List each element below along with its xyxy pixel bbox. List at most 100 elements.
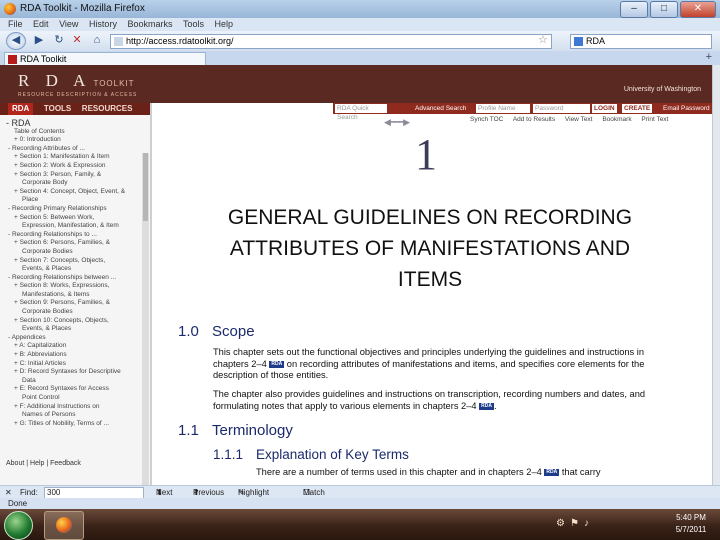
menu-edit[interactable]: Edit bbox=[33, 18, 49, 31]
menu-tools[interactable]: Tools bbox=[183, 18, 204, 31]
toc-item[interactable]: - Recording Primary Relationships bbox=[6, 205, 150, 214]
forward-button[interactable]: ▶ bbox=[32, 33, 46, 48]
start-button[interactable] bbox=[4, 511, 33, 540]
para3-text-b: that carry bbox=[561, 467, 601, 477]
toc-item[interactable]: Manifestations, & Items bbox=[6, 291, 150, 300]
logo-subtitle: RESOURCE DESCRIPTION & ACCESS bbox=[18, 92, 138, 98]
tab-tools[interactable]: TOOLS bbox=[44, 103, 71, 115]
sidebar-scroll-thumb[interactable] bbox=[143, 153, 148, 221]
toc-item[interactable]: Corporate Body bbox=[6, 179, 150, 188]
toc-item[interactable]: Corporate Bodies bbox=[6, 308, 150, 317]
url-bar[interactable]: http://access.rdatoolkit.org/ bbox=[110, 34, 552, 49]
toc-item[interactable]: + Section 2: Work & Expression bbox=[6, 162, 150, 171]
toc-item[interactable]: Place bbox=[6, 196, 150, 205]
toc-item[interactable]: Data bbox=[6, 377, 150, 386]
close-window-button[interactable]: ✕ bbox=[680, 1, 716, 18]
feedback-link[interactable]: Feedback bbox=[50, 460, 81, 467]
rda-badge[interactable]: RDA bbox=[544, 469, 560, 477]
toc-item[interactable]: - Recording Relationships between ... bbox=[6, 274, 150, 283]
taskbar-firefox-button[interactable] bbox=[44, 511, 84, 540]
back-button[interactable]: ◀ bbox=[6, 32, 26, 50]
forward-arrow-icon: ▶ bbox=[34, 34, 44, 46]
print-text-link[interactable]: Print Text bbox=[641, 116, 668, 123]
toc-item[interactable]: Names of Persons bbox=[6, 411, 150, 420]
about-link[interactable]: About bbox=[6, 460, 24, 467]
login-button[interactable]: LOGIN bbox=[592, 104, 617, 113]
toc-item[interactable]: + Section 5: Between Work, bbox=[6, 214, 150, 223]
sidebar-scrollbar[interactable] bbox=[142, 153, 149, 485]
password-input[interactable]: Password bbox=[533, 104, 590, 113]
tab-rda[interactable]: RDA bbox=[8, 103, 34, 115]
toc-item[interactable]: + F: Additional Instructions on bbox=[6, 403, 150, 412]
menu-help[interactable]: Help bbox=[215, 18, 234, 31]
minimize-button[interactable]: – bbox=[620, 1, 648, 18]
profile-name-input[interactable]: Profile Name bbox=[476, 104, 530, 113]
toc-item[interactable]: + B: Abbreviations bbox=[6, 351, 150, 360]
menu-history[interactable]: History bbox=[89, 18, 117, 31]
toc-item[interactable]: + Section 6: Persons, Families, & bbox=[6, 239, 150, 248]
toc-item[interactable]: + A: Capitalization bbox=[6, 342, 150, 351]
tray-volume-icon[interactable]: ♪ bbox=[584, 518, 594, 529]
rda-toolkit-logo[interactable]: R D A TOOLKIT RESOURCE DESCRIPTION & ACCE… bbox=[18, 71, 137, 98]
tray-network-icon[interactable]: ⚙ bbox=[556, 518, 570, 529]
search-text: RDA bbox=[586, 36, 606, 46]
help-link[interactable]: Help bbox=[30, 460, 44, 467]
tray-flag-icon[interactable]: ⚑ bbox=[570, 518, 584, 529]
toc-item[interactable]: + Section 4: Concept, Object, Event, & bbox=[6, 188, 150, 197]
toc-item[interactable]: + Section 1: Manifestation & Item bbox=[6, 153, 150, 162]
toc-item[interactable]: + Section 8: Works, Expressions, bbox=[6, 282, 150, 291]
toc-item[interactable]: + G: Titles of Nobility, Terms of ... bbox=[6, 420, 150, 429]
view-text-link[interactable]: View Text bbox=[565, 116, 593, 123]
taskbar-clock[interactable]: 5:40 PM 5/7/2011 bbox=[666, 512, 716, 536]
bookmark-star-icon[interactable]: ☆ bbox=[538, 33, 548, 46]
toc-item[interactable]: Table of Contents bbox=[6, 128, 150, 137]
toc-item[interactable]: + Section 10: Concepts, Objects, bbox=[6, 317, 150, 326]
toc-item[interactable]: Expression, Manifestation, & Item bbox=[6, 222, 150, 231]
toc-item[interactable]: + Section 7: Concepts, Objects, bbox=[6, 257, 150, 266]
rda-badge[interactable]: RDA bbox=[479, 402, 495, 410]
tab-rda-toolkit[interactable]: RDA Toolkit bbox=[4, 52, 206, 66]
section-heading-scope: 1.0 Scope bbox=[178, 323, 255, 340]
toc-heading[interactable]: - RDA bbox=[6, 119, 150, 128]
page-scrollbar[interactable] bbox=[712, 65, 720, 485]
new-tab-button[interactable]: + bbox=[706, 51, 712, 63]
toc-item[interactable]: - Appendices bbox=[6, 334, 150, 343]
subsection-title: Explanation of Key Terms bbox=[256, 447, 409, 462]
toc-item[interactable]: - Recording Relationships to ... bbox=[6, 231, 150, 240]
subsection-heading-key-terms: 1.1.1 Explanation of Key Terms bbox=[213, 447, 409, 462]
bookmark-link[interactable]: Bookmark bbox=[602, 116, 631, 123]
toc-item[interactable]: + Section 3: Person, Family, & bbox=[6, 171, 150, 180]
menu-file[interactable]: File bbox=[8, 18, 23, 31]
toc-item[interactable]: Corporate Bodies bbox=[6, 248, 150, 257]
toc-item[interactable]: - Recording Attributes of ... bbox=[6, 145, 150, 154]
add-to-results-link[interactable]: Add to Results bbox=[513, 116, 555, 123]
rda-badge[interactable]: RDA bbox=[269, 360, 285, 368]
tab-label: RDA Toolkit bbox=[20, 54, 67, 64]
menu-view[interactable]: View bbox=[59, 18, 78, 31]
email-password-link[interactable]: Email Password bbox=[663, 103, 710, 114]
create-button[interactable]: CREATE bbox=[622, 104, 653, 113]
web-search-input[interactable]: RDA bbox=[570, 34, 712, 49]
toc-item[interactable]: + D: Record Syntaxes for Descriptive bbox=[6, 368, 150, 377]
stop-button[interactable]: ✕ bbox=[70, 33, 84, 48]
menu-bookmarks[interactable]: Bookmarks bbox=[127, 18, 172, 31]
toc-item[interactable]: + 0: Introduction bbox=[6, 136, 150, 145]
firefox-icon bbox=[4, 3, 16, 15]
tab-resources[interactable]: RESOURCES bbox=[82, 103, 133, 115]
firefox-icon bbox=[56, 517, 72, 533]
toc-item[interactable]: + E: Record Syntaxes for Access bbox=[6, 385, 150, 394]
home-button[interactable]: ⌂ bbox=[90, 33, 104, 48]
chapter-title: GENERAL GUIDELINES ON RECORDING ATTRIBUT… bbox=[227, 206, 633, 291]
toc-item[interactable]: Events, & Places bbox=[6, 325, 150, 334]
advanced-search-link[interactable]: Advanced Search bbox=[415, 103, 466, 114]
tab-strip: RDA Toolkit + bbox=[0, 51, 720, 66]
toc-item[interactable]: + C: Initial Articles bbox=[6, 360, 150, 369]
quick-search-input[interactable]: RDA Quick Search bbox=[335, 104, 387, 121]
toc-item[interactable]: + Section 9: Persons, Families, & bbox=[6, 299, 150, 308]
menu-bar: File Edit View History Bookmarks Tools H… bbox=[0, 18, 720, 31]
toc-item[interactable]: Point Control bbox=[6, 394, 150, 403]
reload-button[interactable]: ↻ bbox=[52, 33, 66, 48]
toc-item[interactable]: Events, & Places bbox=[6, 265, 150, 274]
maximize-button[interactable]: □ bbox=[650, 1, 678, 18]
synch-toc-link[interactable]: Synch TOC bbox=[470, 116, 503, 123]
